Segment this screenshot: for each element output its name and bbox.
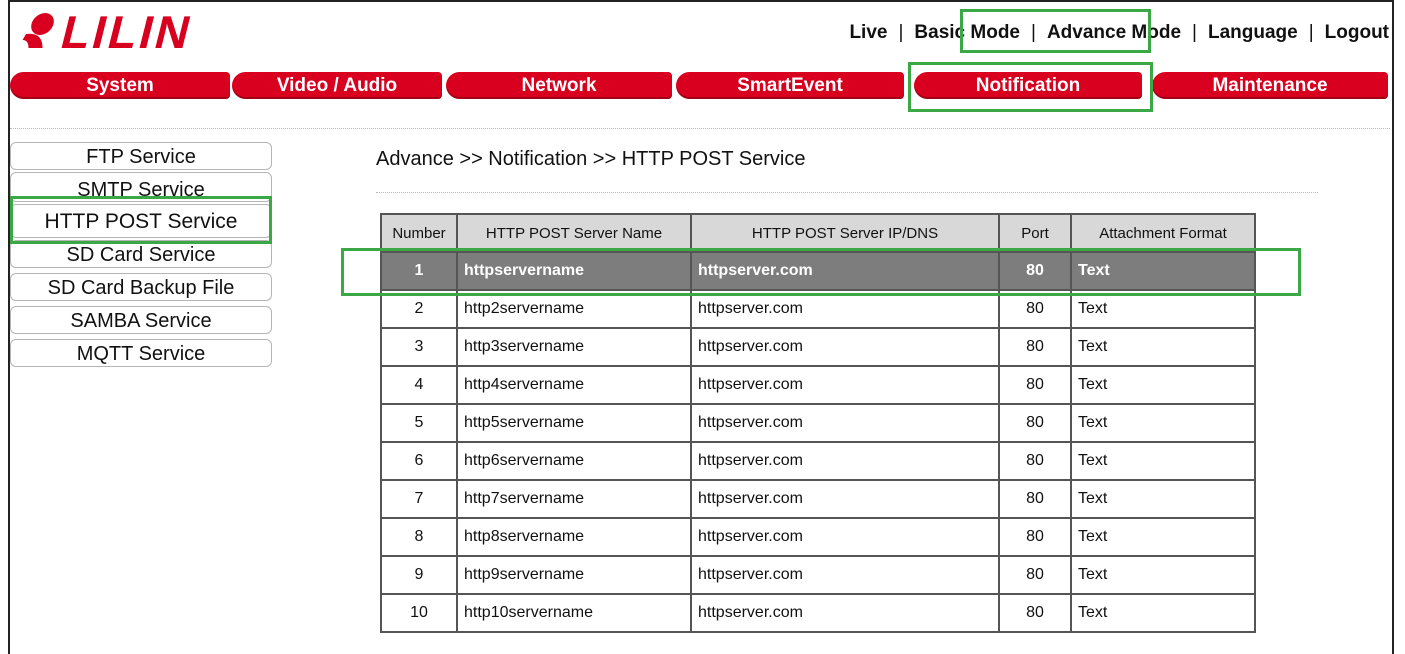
cell-server-name: http3servername: [456, 327, 692, 367]
cell-number: 8: [380, 517, 458, 557]
table-row[interactable]: 9 http9servername httpserver.com 80 Text: [380, 555, 1256, 595]
table-row[interactable]: 8 http8servername httpserver.com 80 Text: [380, 517, 1256, 557]
cell-port: 80: [998, 593, 1072, 633]
nav-separator: |: [898, 22, 904, 43]
cell-server-name: http8servername: [456, 517, 692, 557]
advance-mode-link[interactable]: Advance Mode: [1047, 22, 1181, 44]
header-divider: [10, 128, 1390, 129]
cell-server-name: http7servername: [456, 479, 692, 519]
tab-system[interactable]: System: [10, 72, 230, 99]
cell-server-ip: httpserver.com: [690, 251, 1000, 291]
cell-server-ip: httpserver.com: [690, 365, 1000, 405]
breadcrumb: Advance >> Notification >> HTTP POST Ser…: [376, 148, 806, 170]
tab-smartevent[interactable]: SmartEvent: [676, 72, 904, 99]
cell-port: 80: [998, 365, 1072, 405]
sidebar-item-http-post-service[interactable]: HTTP POST Service: [10, 204, 272, 238]
sidebar-item-ftp-service[interactable]: FTP Service: [10, 142, 272, 170]
cell-server-ip: httpserver.com: [690, 555, 1000, 595]
cell-number: 3: [380, 327, 458, 367]
cell-server-name: http9servername: [456, 555, 692, 595]
cell-attachment-format: Text: [1070, 517, 1256, 557]
cell-server-ip: httpserver.com: [690, 593, 1000, 633]
live-link[interactable]: Live: [849, 22, 887, 44]
nav-separator: |: [1192, 22, 1197, 43]
cell-port: 80: [998, 289, 1072, 329]
cell-port: 80: [998, 441, 1072, 481]
cell-server-name: http4servername: [456, 365, 692, 405]
cell-attachment-format: Text: [1070, 365, 1256, 405]
nav-separator: |: [1308, 22, 1314, 43]
cell-port: 80: [998, 327, 1072, 367]
cell-attachment-format: Text: [1070, 403, 1256, 443]
cell-server-name: http10servername: [456, 593, 692, 633]
cell-attachment-format: Text: [1070, 479, 1256, 519]
language-link[interactable]: Language: [1208, 22, 1298, 44]
http-post-server-table: Number HTTP POST Server Name HTTP POST S…: [380, 213, 1256, 633]
cell-number: 9: [380, 555, 458, 595]
cell-server-name: http2servername: [456, 289, 692, 329]
column-header-server-ip: HTTP POST Server IP/DNS: [690, 213, 1000, 253]
cell-server-name: http5servername: [456, 403, 692, 443]
cell-number: 4: [380, 365, 458, 405]
column-header-server-name: HTTP POST Server Name: [456, 213, 692, 253]
sidebar-item-sd-card-backup-file[interactable]: SD Card Backup File: [10, 273, 272, 301]
top-navigation: Live | Basic Mode | Advance Mode | Langu…: [849, 22, 1389, 44]
column-header-port: Port: [998, 213, 1072, 253]
column-header-attachment-format: Attachment Format: [1070, 213, 1256, 253]
cell-number: 10: [380, 593, 458, 633]
cell-number: 6: [380, 441, 458, 481]
cell-port: 80: [998, 251, 1072, 291]
cell-port: 80: [998, 517, 1072, 557]
cell-server-name: httpservername: [456, 251, 692, 291]
main-navigation: System Video / Audio Network SmartEvent …: [10, 72, 1390, 100]
logout-link[interactable]: Logout: [1325, 22, 1389, 44]
column-header-number: Number: [380, 213, 458, 253]
cell-attachment-format: Text: [1070, 593, 1256, 633]
table-row[interactable]: 5 http5servername httpserver.com 80 Text: [380, 403, 1256, 443]
nav-separator: |: [1031, 22, 1036, 43]
breadcrumb-divider: [376, 192, 1318, 193]
cell-server-ip: httpserver.com: [690, 441, 1000, 481]
cell-number: 2: [380, 289, 458, 329]
sidebar-item-sd-card-service[interactable]: SD Card Service: [10, 240, 272, 268]
cell-number: 1: [380, 251, 458, 291]
logo-text: LILIN: [56, 10, 199, 52]
basic-mode-link[interactable]: Basic Mode: [914, 22, 1020, 44]
cell-server-ip: httpserver.com: [690, 327, 1000, 367]
cell-attachment-format: Text: [1070, 441, 1256, 481]
sidebar-item-smtp-service[interactable]: SMTP Service: [10, 172, 272, 202]
table-row[interactable]: 6 http6servername httpserver.com 80 Text: [380, 441, 1256, 481]
cell-server-ip: httpserver.com: [690, 289, 1000, 329]
cell-number: 7: [380, 479, 458, 519]
sidebar-item-mqtt-service[interactable]: MQTT Service: [10, 339, 272, 367]
cell-server-ip: httpserver.com: [690, 403, 1000, 443]
table-header-row: Number HTTP POST Server Name HTTP POST S…: [380, 213, 1256, 253]
tab-maintenance[interactable]: Maintenance: [1152, 72, 1388, 99]
cell-server-name: http6servername: [456, 441, 692, 481]
sidebar-item-samba-service[interactable]: SAMBA Service: [10, 306, 272, 334]
cell-server-ip: httpserver.com: [690, 517, 1000, 557]
cell-attachment-format: Text: [1070, 251, 1256, 291]
cell-port: 80: [998, 403, 1072, 443]
cell-attachment-format: Text: [1070, 555, 1256, 595]
cell-attachment-format: Text: [1070, 327, 1256, 367]
lilin-logo: LILIN: [22, 10, 199, 52]
table-row[interactable]: 3 http3servername httpserver.com 80 Text: [380, 327, 1256, 367]
cell-server-ip: httpserver.com: [690, 479, 1000, 519]
table-row-selected[interactable]: 1 httpservername httpserver.com 80 Text: [380, 251, 1256, 291]
tab-network[interactable]: Network: [446, 72, 672, 99]
cell-port: 80: [998, 479, 1072, 519]
table-row[interactable]: 4 http4servername httpserver.com 80 Text: [380, 365, 1256, 405]
table-row[interactable]: 10 http10servername httpserver.com 80 Te…: [380, 593, 1256, 633]
cell-port: 80: [998, 555, 1072, 595]
cell-attachment-format: Text: [1070, 289, 1256, 329]
tab-video-audio[interactable]: Video / Audio: [232, 72, 442, 99]
cell-number: 5: [380, 403, 458, 443]
table-row[interactable]: 2 http2servername httpserver.com 80 Text: [380, 289, 1256, 329]
table-row[interactable]: 7 http7servername httpserver.com 80 Text: [380, 479, 1256, 519]
tab-notification[interactable]: Notification: [914, 72, 1142, 99]
